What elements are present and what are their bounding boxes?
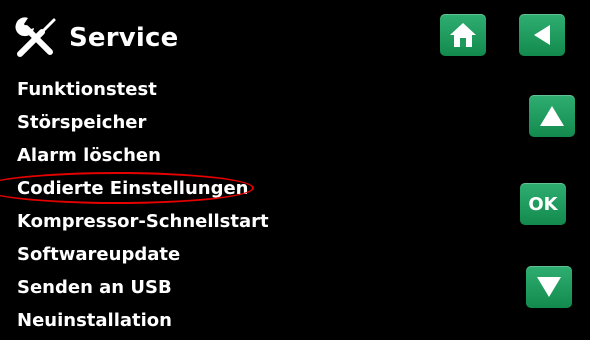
- back-arrow-icon: [534, 25, 550, 45]
- menu-item-alarm-loeschen[interactable]: Alarm löschen: [17, 139, 269, 172]
- service-menu: Funktionstest Störspeicher Alarm löschen…: [17, 73, 269, 337]
- menu-item-softwareupdate[interactable]: Softwareupdate: [17, 238, 269, 271]
- service-screen: Service Funktionstest Störspeicher Alarm…: [0, 0, 590, 340]
- arrow-up-icon: [540, 106, 564, 126]
- ok-button[interactable]: OK: [520, 183, 566, 225]
- home-icon: [450, 23, 476, 47]
- arrow-down-icon: [537, 277, 561, 297]
- menu-item-neuinstallation[interactable]: Neuinstallation: [17, 304, 269, 337]
- menu-item-funktionstest[interactable]: Funktionstest: [17, 73, 269, 106]
- scroll-up-button[interactable]: [529, 95, 575, 137]
- menu-item-senden-an-usb[interactable]: Senden an USB: [17, 271, 269, 304]
- menu-item-kompressor-schnellstart[interactable]: Kompressor-Schnellstart: [17, 205, 269, 238]
- page-title: Service: [69, 23, 179, 53]
- menu-item-stoerspeicher[interactable]: Störspeicher: [17, 106, 269, 139]
- menu-item-codierte-einstellungen[interactable]: Codierte Einstellungen: [17, 172, 269, 205]
- back-button[interactable]: [519, 14, 565, 56]
- scroll-down-button[interactable]: [526, 266, 572, 308]
- header: Service: [12, 12, 179, 64]
- home-button[interactable]: [440, 14, 486, 56]
- tools-icon: [15, 17, 56, 57]
